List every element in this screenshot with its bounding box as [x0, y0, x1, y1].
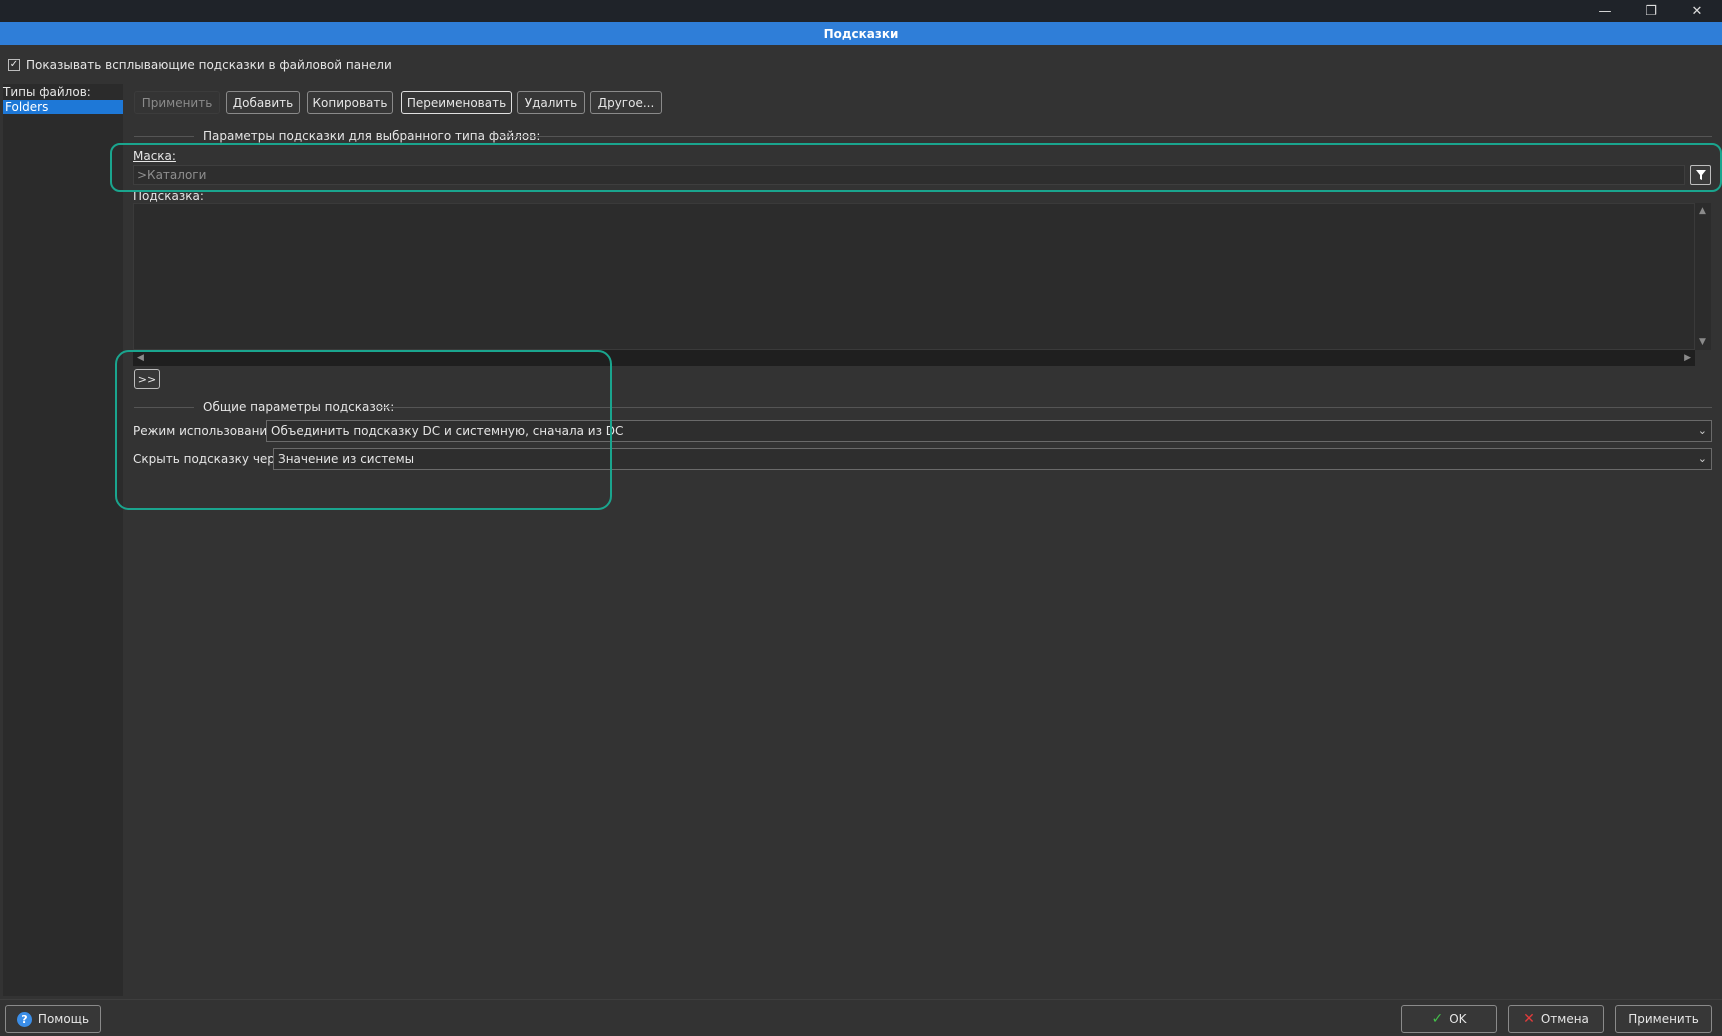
- scroll-right-icon: ▶: [1684, 353, 1691, 363]
- window-title: Подсказки: [0, 22, 1722, 45]
- cross-icon: ✕: [1523, 1011, 1535, 1027]
- cancel-button[interactable]: ✕ Отмена: [1508, 1005, 1604, 1033]
- list-item-folders[interactable]: Folders: [3, 100, 123, 114]
- restore-icon[interactable]: ❐: [1628, 0, 1674, 22]
- cancel-label: Отмена: [1540, 1012, 1589, 1026]
- ok-label: OK: [1449, 1012, 1467, 1026]
- copy-button[interactable]: Копировать: [307, 91, 393, 114]
- ok-button[interactable]: ✓ OK: [1401, 1005, 1497, 1033]
- hint-vertical-scrollbar[interactable]: ▲ ▼: [1695, 203, 1711, 350]
- apply-type-button[interactable]: Применить: [134, 91, 220, 114]
- checkbox-check-icon[interactable]: ✓: [8, 59, 20, 71]
- close-icon[interactable]: ✕: [1674, 0, 1720, 22]
- mask-highlight-frame: [110, 143, 1722, 192]
- add-button[interactable]: Добавить: [226, 91, 300, 114]
- selected-params-title: Параметры подсказки для выбранного типа …: [203, 129, 541, 143]
- show-tooltips-checkbox[interactable]: ✓ Показывать всплывающие подсказки в фай…: [8, 57, 392, 73]
- delete-button[interactable]: Удалить: [517, 91, 585, 114]
- file-types-list[interactable]: [3, 84, 123, 996]
- general-params-highlight-frame: [115, 350, 612, 510]
- group-divider: [500, 136, 1712, 137]
- footer-divider: [0, 999, 1722, 1000]
- hint-textarea[interactable]: [133, 203, 1695, 350]
- other-button[interactable]: Другое...: [590, 91, 662, 114]
- scroll-up-icon: ▲: [1699, 206, 1706, 216]
- window-titlebar: — ❐ ✕: [0, 0, 1722, 22]
- chevron-down-icon: ⌄: [1697, 452, 1707, 465]
- check-icon: ✓: [1431, 1011, 1444, 1027]
- minimize-icon[interactable]: —: [1582, 0, 1628, 22]
- group-divider: [134, 136, 194, 137]
- help-icon: ?: [16, 1011, 32, 1027]
- scroll-down-icon: ▼: [1699, 337, 1706, 347]
- show-tooltips-label: Показывать всплывающие подсказки в файло…: [26, 58, 392, 72]
- chevron-down-icon: ⌄: [1697, 424, 1707, 437]
- help-button[interactable]: ? Помощь: [5, 1005, 101, 1033]
- apply-button[interactable]: Применить: [1615, 1005, 1712, 1033]
- file-types-label: Типы файлов:: [3, 85, 91, 99]
- help-label: Помощь: [37, 1012, 90, 1026]
- rename-button[interactable]: Переименовать: [401, 91, 512, 114]
